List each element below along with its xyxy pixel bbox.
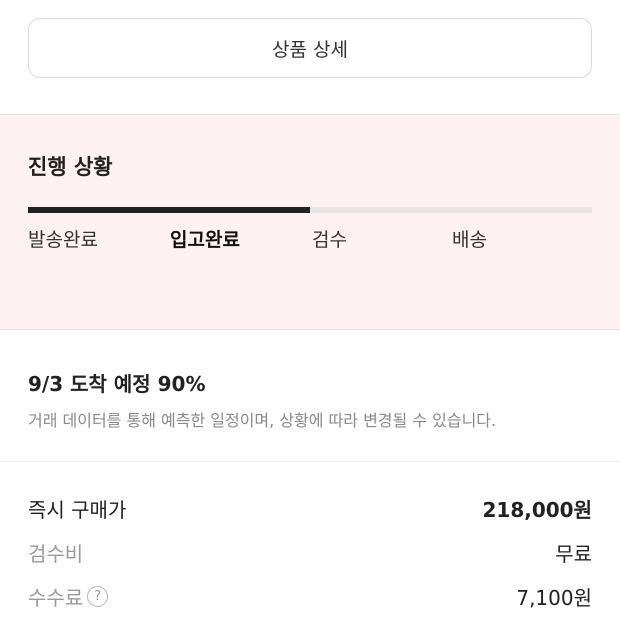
page: 상품 상세 진행 상황 발송완료 입고완료 검수 배송 9/3 도착 예정 90… bbox=[0, 0, 620, 620]
arrival-estimate-title: 9/3 도착 예정 90% bbox=[28, 372, 206, 396]
commission-label-group: 수수료 ? bbox=[28, 582, 109, 611]
price-row-inspection-fee: 검수비 무료 bbox=[28, 530, 592, 574]
arrival-estimate-section: 9/3 도착 예정 90% 거래 데이터를 통해 예측한 일정이며, 상황에 따… bbox=[0, 330, 620, 462]
progress-bar-fill bbox=[28, 207, 310, 213]
price-summary: 즉시 구매가 218,000원 검수비 무료 수수료 ? 7,100원 bbox=[0, 462, 620, 618]
step-delivery: 배송 bbox=[452, 229, 487, 251]
progress-section: 진행 상황 발송완료 입고완료 검수 배송 bbox=[0, 114, 620, 330]
instant-buy-value: 218,000원 bbox=[482, 497, 593, 522]
instant-buy-label: 즉시 구매가 bbox=[28, 497, 127, 522]
price-row-commission: 수수료 ? 7,100원 bbox=[28, 574, 592, 618]
commission-label: 수수료 bbox=[28, 585, 84, 610]
step-received: 입고완료 bbox=[170, 229, 240, 251]
inspection-fee-label: 검수비 bbox=[28, 541, 84, 566]
product-detail-section: 상품 상세 bbox=[0, 0, 620, 114]
product-detail-button[interactable]: 상품 상세 bbox=[28, 18, 592, 78]
progress-title: 진행 상황 bbox=[28, 155, 113, 179]
product-detail-button-label: 상품 상세 bbox=[272, 38, 348, 61]
step-inspection: 검수 bbox=[312, 229, 347, 251]
price-row-instant-buy: 즉시 구매가 218,000원 bbox=[28, 486, 592, 530]
step-shipped: 발송완료 bbox=[28, 229, 98, 251]
progress-bar bbox=[28, 207, 592, 213]
inspection-fee-value: 무료 bbox=[555, 541, 592, 566]
arrival-estimate-description: 거래 데이터를 통해 예측한 일정이며, 상황에 따라 변경될 수 있습니다. bbox=[28, 411, 497, 430]
question-circle-icon[interactable]: ? bbox=[87, 585, 109, 607]
commission-value: 7,100원 bbox=[516, 585, 592, 610]
progress-steps: 발송완료 입고완료 검수 배송 bbox=[28, 225, 592, 265]
